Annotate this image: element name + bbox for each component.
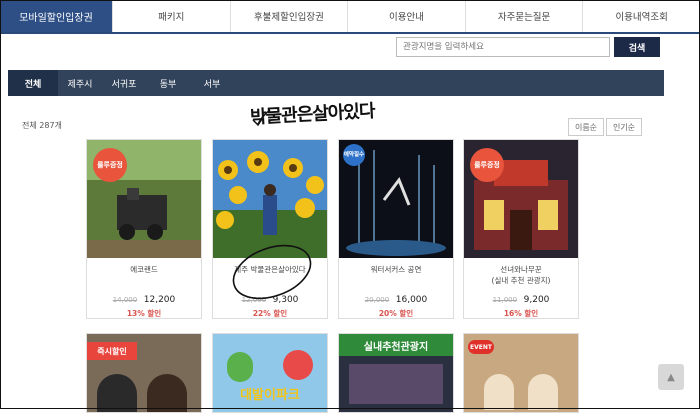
promo-badge: 룰루증정 bbox=[93, 148, 127, 182]
top-navigation: 모바일할인입장권 패키지 후불제할인입장권 이용안내 자주묻는질문 이용내역조회 bbox=[0, 0, 700, 34]
original-price: 14,000 bbox=[112, 296, 138, 304]
sale-price: 9,200 bbox=[523, 295, 550, 305]
tab-east[interactable]: 동부 bbox=[146, 70, 190, 96]
discount-label: 22% 할인 bbox=[252, 309, 288, 318]
nav-item-faq[interactable]: 자주묻는질문 bbox=[464, 0, 583, 32]
discount-label: 20% 할인 bbox=[378, 309, 414, 318]
product-price: 14,000 12,200 bbox=[87, 295, 201, 305]
product-card[interactable]: 제주 박물관은살아있다 12,000 9,300 22% 할인 bbox=[212, 139, 328, 319]
discount-label: 16% 할인 bbox=[503, 309, 539, 318]
scroll-to-top-button[interactable]: ▲ bbox=[658, 364, 684, 390]
arrow-annotation-icon bbox=[252, 109, 271, 127]
search-button[interactable]: 검색 bbox=[614, 37, 660, 57]
product-image bbox=[349, 364, 443, 404]
nav-item-postpaid[interactable]: 후불제할인입장권 bbox=[229, 0, 348, 32]
handwritten-circle-annotation bbox=[232, 244, 312, 300]
discount-label: 13% 할인 bbox=[126, 309, 162, 318]
search-input[interactable] bbox=[396, 37, 610, 57]
nav-menu: 패키지 후불제할인입장권 이용안내 자주묻는질문 이용내역조회 bbox=[112, 0, 700, 32]
sale-price: 12,200 bbox=[143, 295, 176, 305]
original-price: 11,000 bbox=[492, 296, 518, 304]
promo-badge: 즉시할인 bbox=[87, 342, 137, 360]
sale-price: 16,000 bbox=[395, 295, 428, 305]
product-card[interactable]: 즉시할인 bbox=[86, 333, 202, 413]
sort-by-popularity-button[interactable]: 인기순 bbox=[606, 118, 642, 136]
product-card[interactable]: 예약필수 워터서커스 공연 20,000 16,000 20% 할인 bbox=[338, 139, 454, 319]
product-image bbox=[147, 374, 187, 412]
tab-west[interactable]: 서부 bbox=[190, 70, 234, 96]
sort-by-name-button[interactable]: 이름순 bbox=[568, 118, 604, 136]
promo-banner: 실내추천관광지 bbox=[339, 334, 453, 356]
product-name: 선녀와나무꾼 (실내 추천 관광지) bbox=[491, 265, 551, 285]
tab-jeju-city[interactable]: 제주시 bbox=[58, 70, 102, 96]
product-card[interactable]: EVENT bbox=[463, 333, 579, 413]
product-image bbox=[528, 374, 558, 410]
product-image bbox=[97, 374, 137, 412]
product-image bbox=[283, 350, 313, 380]
product-title-art: 대발이파크 bbox=[240, 388, 300, 403]
chevron-up-icon: ▲ bbox=[667, 371, 675, 383]
product-image bbox=[484, 374, 514, 410]
product-card[interactable]: 실내추천관광지 bbox=[338, 333, 454, 413]
event-badge: EVENT bbox=[468, 340, 494, 354]
promo-badge: 룰루증정 bbox=[470, 148, 504, 182]
product-card[interactable]: 룰루증정 에코랜드 14,000 12,200 13% 할인 bbox=[86, 139, 202, 319]
nav-item-history[interactable]: 이용내역조회 bbox=[582, 0, 700, 32]
nav-item-package[interactable]: 패키지 bbox=[112, 0, 230, 32]
product-image bbox=[227, 352, 253, 382]
tab-all[interactable]: 전체 bbox=[8, 70, 58, 96]
category-tabs: 전체 제주시 서귀포 동부 서부 bbox=[8, 70, 664, 96]
nav-item-guide[interactable]: 이용안내 bbox=[347, 0, 465, 32]
promo-badge: 예약필수 bbox=[343, 144, 365, 166]
product-name: 에코랜드 bbox=[130, 265, 158, 274]
tab-seogwipo[interactable]: 서귀포 bbox=[102, 70, 146, 96]
product-price: 20,000 16,000 bbox=[339, 295, 453, 305]
product-name: 워터서커스 공연 bbox=[370, 265, 422, 274]
product-price: 11,000 9,200 bbox=[464, 295, 578, 305]
nav-brand-tab[interactable]: 모바일할인입장권 bbox=[0, 0, 112, 32]
original-price: 20,000 bbox=[364, 296, 390, 304]
product-card[interactable]: 대발이파크 bbox=[212, 333, 328, 413]
product-card[interactable]: 룰루증정 선녀와나무꾼 (실내 추천 관광지) 11,000 9,200 16%… bbox=[463, 139, 579, 319]
result-count: 전체 287개 bbox=[22, 121, 62, 130]
